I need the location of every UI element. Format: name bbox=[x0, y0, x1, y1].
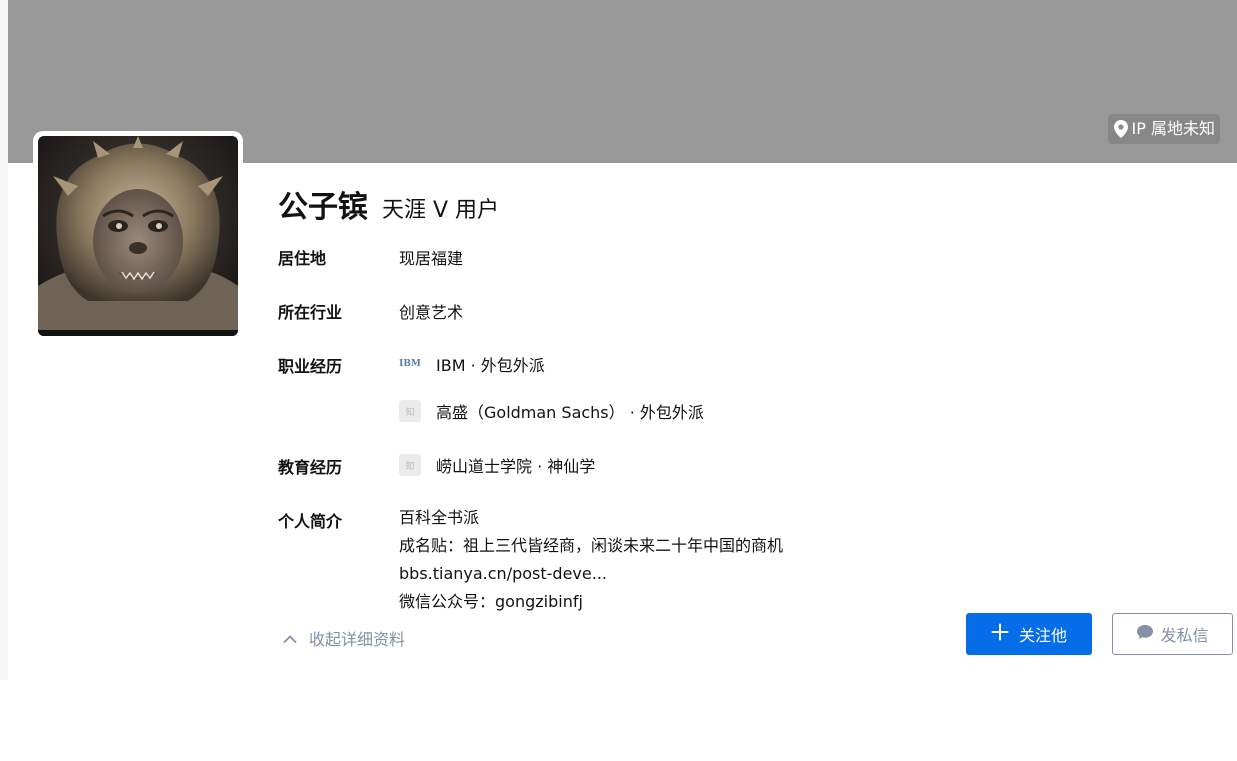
bio-line: 微信公众号：gongzibinfj bbox=[399, 592, 583, 611]
bio-line: 成名贴：祖上三代皆经商，闲谈未来二十年中国的商机 bbox=[399, 536, 784, 555]
user-headline: 天涯 V 用户 bbox=[382, 198, 500, 223]
ip-location-text: IP 属地未知 bbox=[1131, 119, 1215, 138]
follow-label: 关注他 bbox=[1018, 626, 1067, 645]
industry-label: 所在行业 bbox=[278, 303, 343, 322]
education-item-text: 崂山道士学院 · 神仙学 bbox=[436, 457, 596, 476]
residence-text: 现居福建 bbox=[399, 249, 464, 268]
education-item: 知 崂山道士学院 · 神仙学 bbox=[399, 453, 595, 477]
ip-location-badge: IP 属地未知 bbox=[1107, 114, 1220, 144]
send-message-button[interactable]: 发私信 bbox=[1112, 613, 1233, 655]
career-item: IBM IBM · 外包外派 bbox=[399, 352, 545, 376]
collapse-details-label: 收起详细资料 bbox=[309, 630, 406, 649]
profile-page: IP 属地未知 公子镔 天涯 V 用户 居住地 现居福建 所在行业 创意艺术 职… bbox=[0, 0, 1237, 761]
career-item: 知 高盛（Goldman Sachs） · 外包外派 bbox=[399, 399, 704, 423]
left-edge bbox=[0, 0, 8, 680]
collapse-details-button[interactable]: 收起详细资料 bbox=[283, 626, 405, 650]
location-pin-icon bbox=[1113, 120, 1128, 138]
residence-value: 现居福建 bbox=[399, 245, 463, 269]
chat-bubble-icon bbox=[1136, 624, 1154, 644]
send-message-label: 发私信 bbox=[1160, 626, 1209, 645]
chevron-up-icon bbox=[283, 629, 297, 648]
bio-text: 百科全书派 成名贴：祖上三代皆经商，闲谈未来二十年中国的商机 bbs.tiany… bbox=[399, 504, 783, 616]
company-placeholder-logo-icon: 知 bbox=[399, 400, 421, 422]
bio-line: 百科全书派 bbox=[399, 508, 480, 527]
user-name: 公子镔 bbox=[278, 190, 368, 225]
plus-icon bbox=[991, 623, 1009, 645]
avatar[interactable] bbox=[38, 136, 238, 336]
industry-text: 创意艺术 bbox=[399, 303, 464, 322]
name-row: 公子镔 天涯 V 用户 bbox=[278, 182, 499, 226]
follow-button[interactable]: 关注他 bbox=[966, 613, 1092, 655]
bio-link[interactable]: bbs.tianya.cn/post-deve... bbox=[399, 560, 783, 588]
career-label: 职业经历 bbox=[278, 357, 343, 376]
bio-label: 个人简介 bbox=[278, 512, 343, 531]
residence-label: 居住地 bbox=[278, 249, 327, 268]
school-placeholder-logo-icon: 知 bbox=[399, 454, 421, 476]
ibm-logo-icon: IBM bbox=[399, 359, 421, 369]
education-label: 教育经历 bbox=[278, 458, 343, 477]
industry-value: 创意艺术 bbox=[399, 299, 463, 323]
avatar-frame bbox=[33, 131, 243, 341]
career-item-text: 高盛（Goldman Sachs） · 外包外派 bbox=[436, 403, 704, 422]
career-item-text: IBM · 外包外派 bbox=[436, 356, 545, 375]
